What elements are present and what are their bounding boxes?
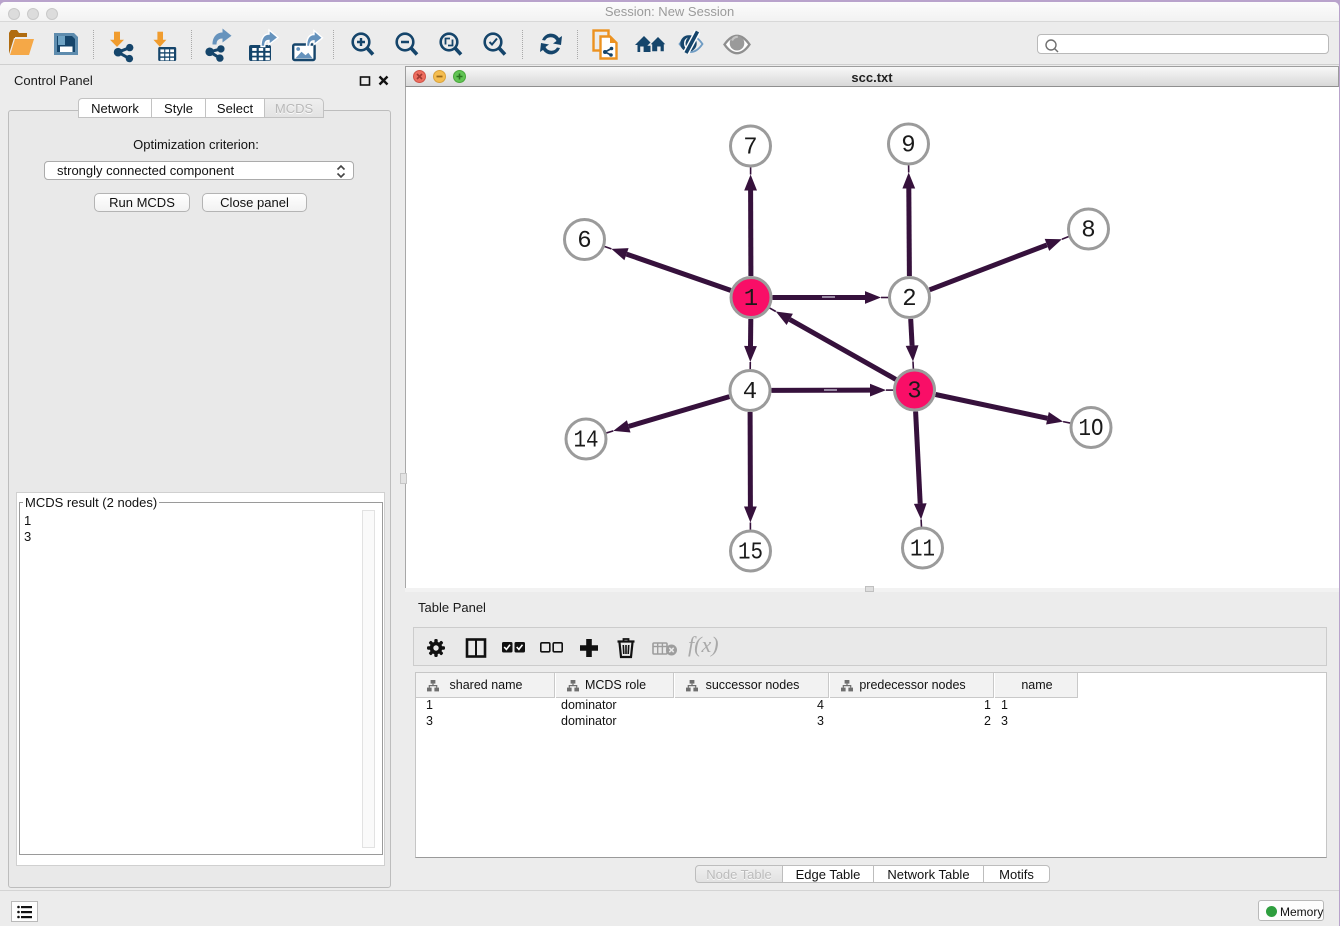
svg-text:3: 3 [907, 379, 921, 406]
svg-text:1O: 1O [1079, 416, 1104, 443]
svg-text:15: 15 [738, 540, 763, 567]
svg-text:4: 4 [743, 379, 757, 406]
svg-text:11: 11 [910, 537, 935, 564]
svg-text:9: 9 [901, 133, 915, 160]
svg-text:6: 6 [577, 228, 591, 255]
svg-text:1: 1 [744, 286, 758, 313]
svg-text:7: 7 [743, 135, 757, 162]
svg-text:14: 14 [574, 428, 599, 455]
svg-text:8: 8 [1081, 218, 1095, 245]
svg-text:2: 2 [902, 286, 916, 313]
